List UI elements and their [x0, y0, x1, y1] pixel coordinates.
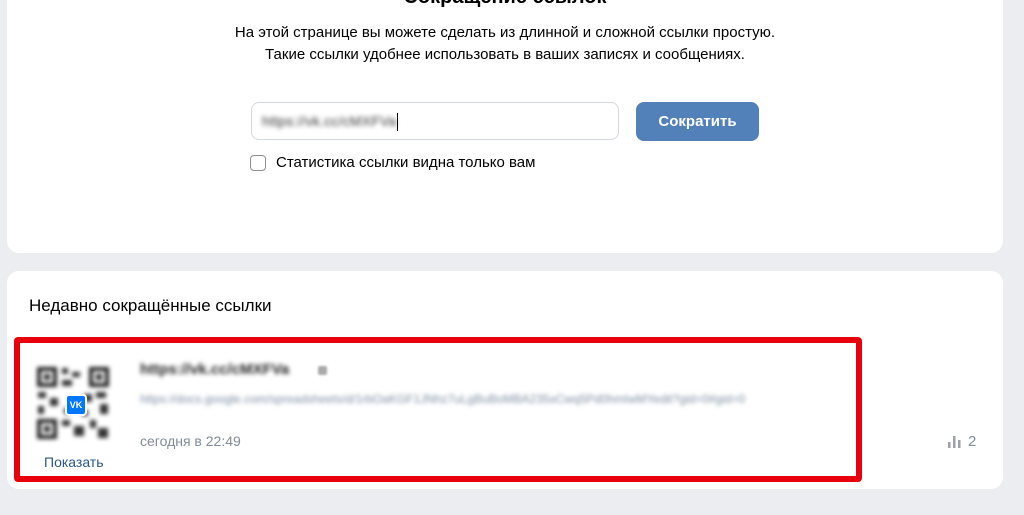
recent-links-card: Недавно сокращённые ссылки VK Показать h…	[7, 271, 1003, 489]
intro-line-1: На этой странице вы можете сделать из дл…	[234, 24, 776, 41]
stats-private-label: Статистика ссылки видна только вам	[276, 154, 536, 171]
text-caret	[397, 113, 399, 132]
stats-private-checkbox[interactable]	[250, 154, 266, 171]
url-input[interactable]: https://vk.cc/cMXFVa	[251, 102, 619, 140]
shortener-card: Сокращение ссылок На этой странице вы мо…	[7, 0, 1003, 253]
stats-private-option[interactable]: Статистика ссылки видна только вам	[250, 154, 535, 171]
intro-line-2: Такие ссылки удобнее использовать в ваши…	[265, 46, 745, 63]
intro-text: На этой странице вы можете сделать из дл…	[7, 22, 1003, 66]
click-count: 2	[968, 433, 977, 450]
highlight-frame	[14, 337, 862, 482]
bar-chart-icon	[948, 435, 961, 448]
recent-links-title: Недавно сокращённые ссылки	[29, 296, 272, 315]
shorten-button[interactable]: Сократить	[636, 102, 759, 141]
page-title: Сокращение ссылок	[7, 0, 1003, 9]
url-input-value: https://vk.cc/cMXFVa	[262, 113, 397, 129]
link-stats[interactable]: 2	[948, 433, 976, 450]
